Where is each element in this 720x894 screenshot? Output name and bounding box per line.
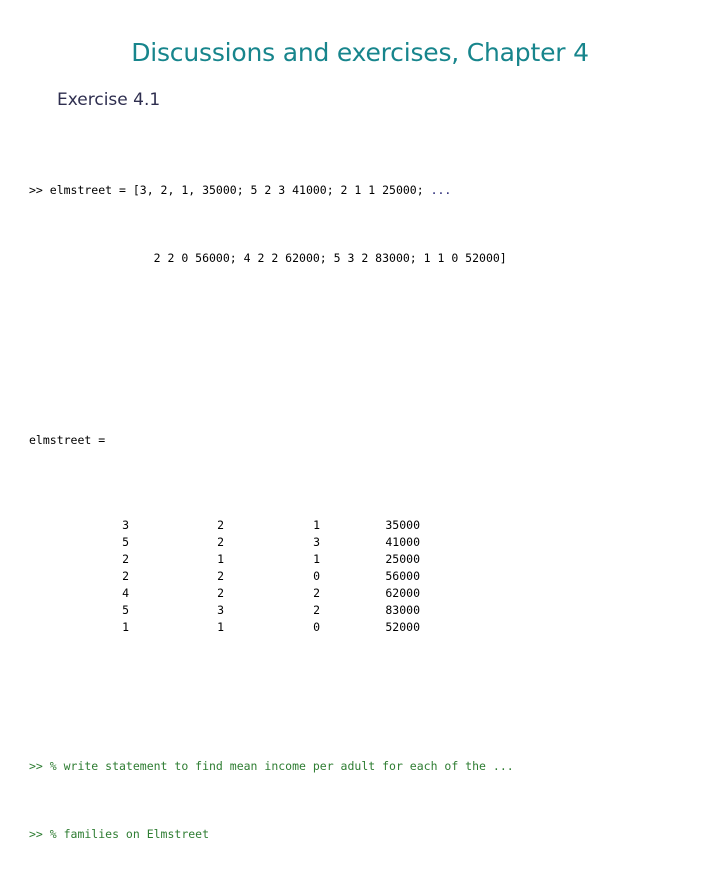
cell-r4c0: 4 [122,586,129,600]
table-row: 2 1 1 25000 [29,551,420,568]
cell-r4c2: 2 [313,586,320,600]
table-row: 4 2 2 62000 [29,585,420,602]
cell-r0c3: 35000 [385,518,420,532]
cell-r1c3: 41000 [385,535,420,549]
cell-r5c1: 3 [217,603,224,617]
cell-r2c0: 2 [122,552,129,566]
cell-r4c1: 2 [217,586,224,600]
cell-r1c0: 5 [122,535,129,549]
cell-r1c2: 3 [313,535,320,549]
table-row: 2 2 0 56000 [29,568,420,585]
cell-r1c1: 2 [217,535,224,549]
exercise-subtitle: Exercise 4.1 [57,90,161,110]
continuation-ellipsis-1: ... [430,183,452,197]
cell-r4c3: 62000 [385,586,420,600]
cell-r3c1: 2 [217,569,224,583]
cell-r2c1: 1 [217,552,224,566]
cell-r0c1: 2 [217,518,224,532]
cell-r6c0: 1 [122,620,129,634]
table-row: 5 2 3 41000 [29,534,420,551]
cell-r5c3: 83000 [385,603,420,617]
matrix-output-table: 3 2 1 35000 5 2 3 41000 2 1 1 25000 2 2 … [29,517,420,636]
comment-ellipsis-1: ... [492,759,514,773]
cell-r3c2: 0 [313,569,320,583]
cell-r3c3: 56000 [385,569,420,583]
cell-r6c1: 1 [217,620,224,634]
command-line-1: >> elmstreet = [3, 2, 1, 35000; 5 2 3 41… [29,182,699,199]
table-row: 3 2 1 35000 [29,517,420,534]
console-output-block: >> elmstreet = [3, 2, 1, 35000; 5 2 3 41… [29,131,699,894]
cell-r2c3: 25000 [385,552,420,566]
cell-r0c2: 1 [313,518,320,532]
table-row: 5 3 2 83000 [29,602,420,619]
slide-canvas: Discussions and exercises, Chapter 4 Exe… [0,0,720,841]
cell-r3c0: 2 [122,569,129,583]
cell-r5c2: 2 [313,603,320,617]
command-line-1-text: >> elmstreet = [3, 2, 1, 35000; 5 2 3 41… [29,183,431,197]
comment-line-1-text: >> % write statement to find mean income… [29,759,493,773]
cell-r0c0: 3 [122,518,129,532]
command-line-2: 2 2 0 56000; 4 2 2 62000; 5 3 2 83000; 1… [29,251,507,265]
page-title: Discussions and exercises, Chapter 4 [131,38,589,67]
cell-r6c3: 52000 [385,620,420,634]
matrix-body: 3 2 1 35000 5 2 3 41000 2 1 1 25000 2 2 … [29,517,420,636]
cell-r5c0: 5 [122,603,129,617]
output-variable-label: elmstreet = [29,433,106,447]
cell-r2c2: 1 [313,552,320,566]
comment-line-1: >> % write statement to find mean income… [29,758,699,775]
comment-line-2: >> % families on Elmstreet [29,827,210,841]
table-row: 1 1 0 52000 [29,619,420,636]
cell-r6c2: 0 [313,620,320,634]
